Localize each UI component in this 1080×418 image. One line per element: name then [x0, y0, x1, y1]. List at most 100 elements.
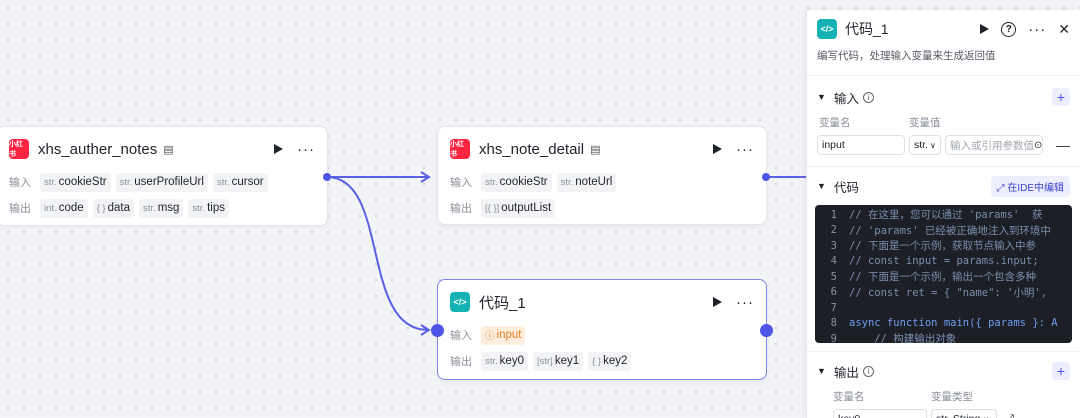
code-line: 7: [815, 300, 1072, 316]
code-section-header[interactable]: ▼ 代码 ⤢ 在IDE中编辑: [807, 171, 1080, 201]
output-tag: { } data: [92, 198, 135, 218]
output-tag: str. msg: [139, 198, 184, 218]
variable-value-input[interactable]: 输入或引用参数值 ⊙: [945, 135, 1043, 155]
code-line: 4 // const input = params.input;: [815, 254, 1072, 270]
node-title: 代码_1: [479, 294, 526, 312]
add-input-button[interactable]: +: [1052, 88, 1070, 106]
input-variable-row: input str. ∨ 输入或引用参数值 ⊙ —: [807, 132, 1080, 158]
node-header: 小红书 xhs_note_detail ▤ ···: [438, 127, 766, 171]
input-section-header[interactable]: ▼ 输入 i +: [807, 82, 1080, 112]
code-line: 9 // 构建输出对象: [815, 331, 1072, 343]
expand-icon[interactable]: ⤢: [1005, 413, 1014, 418]
output-tag: { } key2: [588, 351, 632, 371]
output-column-headers: 变量名 变量类型: [833, 390, 973, 403]
code-text: // const ret = { "name": '小明',: [849, 286, 1048, 299]
output-type-select[interactable]: str. String∨: [931, 409, 997, 418]
node-xhs-auther-notes[interactable]: 小红书 xhs_auther_notes ▤ ··· 输入 str. cookie…: [0, 126, 328, 226]
node-inputs: 输入 str. cookieStr str. noteUrl: [438, 171, 766, 193]
book-icon: ▤: [163, 143, 174, 156]
output-port[interactable]: [323, 173, 331, 181]
output-tag: str. key0: [481, 351, 528, 371]
panel-header: </> 代码_1 ? ··· ✕: [807, 10, 1080, 48]
input-tag: str. noteUrl: [556, 172, 617, 192]
remove-output-button[interactable]: —: [1056, 411, 1070, 418]
code-text: // 下面是一个示例，获取节点输入中参: [849, 240, 1036, 253]
code-line: 2 // 'params' 已经被正确地注入到环境中: [815, 223, 1072, 239]
code-editor[interactable]: 1 // 在这里，您可以通过 'params' 获 2 // 'params' 已经被…: [815, 205, 1072, 343]
code-line: 3 // 下面是一个示例，获取节点输入中参: [815, 238, 1072, 254]
output-tag: [{ }] outputList: [481, 198, 556, 218]
run-icon[interactable]: [713, 297, 722, 307]
output-port[interactable]: [760, 324, 773, 337]
chevron-down-icon[interactable]: ▼: [817, 366, 826, 376]
line-number: 7: [830, 301, 837, 314]
input-tag: str. cookieStr: [40, 172, 111, 192]
code-line: 1 // 在这里，您可以通过 'params' 获: [815, 207, 1072, 223]
line-number: 3: [830, 239, 837, 252]
node-title: xhs_auther_notes: [38, 140, 158, 158]
node-inputs: 输入 ⓘ input: [438, 324, 766, 346]
panel-title: 代码_1: [845, 21, 889, 37]
reference-icon[interactable]: ⊙: [1034, 140, 1042, 151]
close-icon[interactable]: ✕: [1058, 21, 1070, 38]
line-number: 5: [830, 270, 837, 283]
run-icon[interactable]: [274, 144, 283, 154]
add-output-button[interactable]: +: [1052, 362, 1070, 380]
more-icon[interactable]: ···: [736, 142, 754, 157]
xiaohongshu-icon: 小红书: [450, 139, 470, 159]
code-icon: </>: [450, 292, 470, 312]
node-code-1[interactable]: </> 代码_1 ··· 输入 ⓘ input 输出 str. key0 [str]…: [437, 279, 767, 380]
node-inputs: 输入 str. cookieStr str. userProfileUrl str.…: [0, 171, 327, 193]
node-outputs: 输出 str. key0 [str] key1 { } key2: [438, 350, 766, 372]
remove-input-button[interactable]: —: [1056, 137, 1070, 153]
line-number: 8: [830, 317, 837, 330]
chevron-down-icon[interactable]: ▼: [817, 92, 826, 102]
run-icon[interactable]: [980, 24, 990, 34]
book-icon: ▤: [590, 143, 601, 156]
input-tag: str. cursor: [212, 172, 268, 192]
code-icon: </>: [817, 19, 837, 39]
run-icon[interactable]: [713, 144, 722, 154]
edit-in-ide-button[interactable]: ⤢ 在IDE中编辑: [990, 175, 1070, 197]
output-section-header[interactable]: ▼ 输出 i +: [807, 356, 1080, 386]
chevron-down-icon: ∨: [983, 415, 989, 418]
node-xhs-note-detail[interactable]: 小红书 xhs_note_detail ▤ ··· 输入 str. cookieS…: [437, 126, 767, 225]
panel-description: 编写代码，处理输入变量来生成返回值: [807, 48, 1080, 76]
line-number: 1: [830, 208, 837, 221]
code-text: async function main({ params }: A: [849, 317, 1058, 330]
more-icon[interactable]: ···: [297, 142, 315, 157]
edge-auther-to-code: [326, 176, 429, 331]
info-icon: i: [862, 91, 874, 103]
input-port[interactable]: [431, 324, 444, 337]
node-outputs: 输出 [{ }] outputList: [438, 197, 766, 219]
code-text: // 在这里，您可以通过 'params' 获: [849, 209, 1043, 222]
help-icon[interactable]: ?: [1001, 21, 1017, 37]
line-number: 9: [830, 332, 837, 343]
code-text: // 'params' 已经被正确地注入到环境中: [849, 224, 1051, 237]
info-icon: i: [862, 365, 874, 377]
xiaohongshu-icon: 小红书: [9, 139, 29, 159]
code-line: 8 async function main({ params }: A: [815, 316, 1072, 332]
more-icon[interactable]: ···: [1028, 22, 1046, 37]
chevron-down-icon: ∨: [930, 140, 936, 150]
code-line: 6 // const ret = { "name": '小明',: [815, 285, 1072, 301]
variable-name-input[interactable]: input: [817, 135, 905, 155]
output-variable-row: key0 str. String∨ ⤢ —: [807, 406, 1080, 418]
node-header: 小红书 xhs_auther_notes ▤ ···: [0, 127, 327, 171]
node-header: </> 代码_1 ···: [438, 280, 766, 324]
output-port[interactable]: [762, 173, 770, 181]
output-tag: [str] key1: [532, 351, 584, 371]
chevron-down-icon[interactable]: ▼: [817, 181, 826, 191]
node-title: xhs_note_detail: [479, 140, 585, 158]
code-text: // 构建输出对象: [849, 333, 957, 343]
output-tag: int. code: [40, 198, 88, 218]
more-icon[interactable]: ···: [736, 295, 754, 310]
input-tag: str. userProfileUrl: [115, 172, 208, 192]
output-name-input[interactable]: key0: [833, 409, 927, 418]
input-column-headers: 变量名 变量值: [819, 116, 941, 129]
type-select[interactable]: str. ∨: [909, 135, 941, 155]
input-tag-warning: ⓘ input: [481, 325, 526, 345]
line-number: 6: [830, 286, 837, 299]
input-tag: str. cookieStr: [481, 172, 552, 192]
code-text: // 下面是一个示例，输出一个包含多种: [849, 271, 1036, 284]
